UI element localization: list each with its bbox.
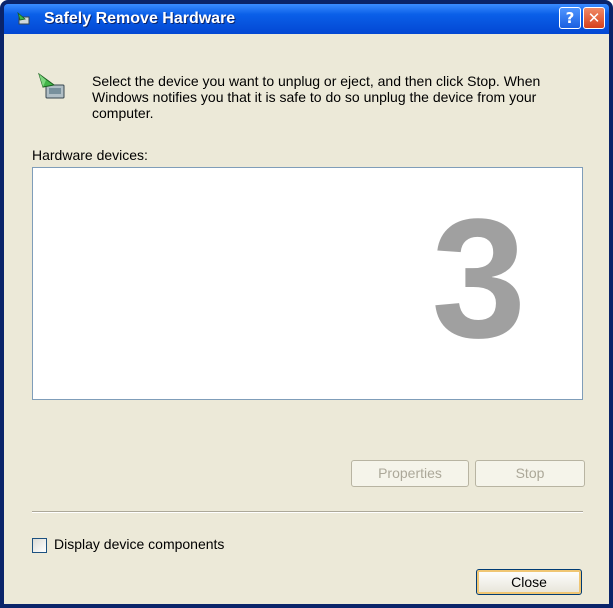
title-bar[interactable]: Safely Remove Hardware ? ✕ bbox=[4, 4, 609, 34]
device-eject-icon bbox=[36, 72, 68, 102]
display-components-checkbox[interactable] bbox=[32, 538, 47, 553]
help-icon[interactable]: ? bbox=[559, 7, 581, 29]
display-components-label[interactable]: Display device components bbox=[54, 536, 224, 552]
dialog-body: Select the device you want to unplug or … bbox=[4, 34, 609, 604]
hardware-devices-list[interactable]: 3 bbox=[32, 167, 583, 400]
properties-button[interactable]: Properties bbox=[351, 460, 469, 487]
close-button[interactable]: Close bbox=[476, 569, 582, 595]
close-icon[interactable]: ✕ bbox=[583, 7, 605, 29]
window-title: Safely Remove Hardware bbox=[44, 10, 236, 27]
stop-button[interactable]: Stop bbox=[475, 460, 585, 487]
dialog-window: Safely Remove Hardware ? ✕ Select the de… bbox=[0, 0, 613, 608]
divider bbox=[32, 511, 583, 513]
hardware-devices-label: Hardware devices: bbox=[32, 147, 148, 163]
overlay-number: 3 bbox=[431, 184, 526, 374]
instructions-text: Select the device you want to unplug or … bbox=[92, 73, 541, 121]
safely-remove-hardware-icon bbox=[16, 10, 34, 28]
